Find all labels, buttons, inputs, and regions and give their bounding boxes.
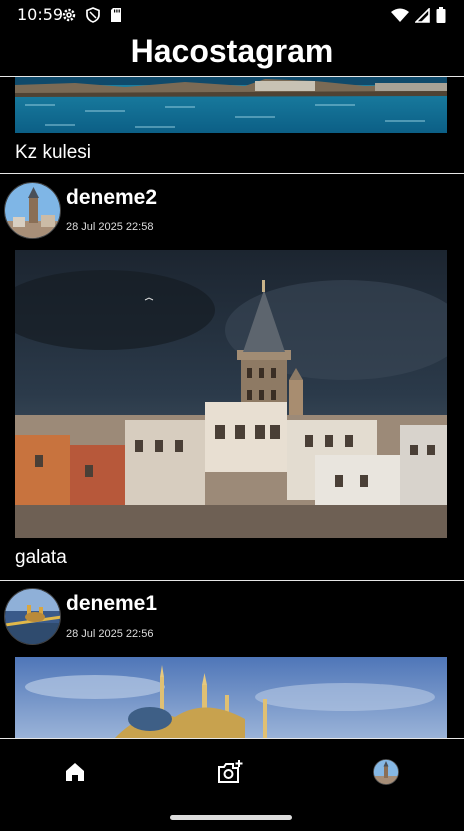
- post-image[interactable]: [15, 250, 447, 538]
- battery-icon: [436, 7, 446, 28]
- nav-profile-button[interactable]: [369, 758, 403, 790]
- post-username[interactable]: deneme2: [66, 186, 157, 210]
- post-caption: galata: [15, 547, 67, 568]
- post-card: Kz kulesi: [0, 77, 464, 174]
- add-photo-icon: [216, 759, 244, 790]
- post-image[interactable]: [15, 657, 447, 738]
- post-caption: Kz kulesi: [15, 142, 92, 163]
- gear-icon: [61, 7, 77, 28]
- wifi-icon: [391, 8, 409, 28]
- post-timestamp: 28 Jul 2025 22:56: [66, 628, 154, 640]
- feed[interactable]: Kz kulesi deneme2 28 Jul 2025 22:58 gala…: [0, 77, 464, 738]
- home-indicator[interactable]: [170, 815, 292, 820]
- nav-add-photo-button[interactable]: [213, 759, 247, 789]
- post-image[interactable]: [15, 77, 447, 133]
- post-card: deneme1 28 Jul 2025 22:56: [0, 581, 464, 738]
- status-time: 10:59: [17, 5, 64, 24]
- sd-card-icon: [109, 7, 123, 28]
- shield-icon: [85, 7, 101, 28]
- app-title: Hacostagram: [130, 33, 334, 69]
- post-timestamp: 28 Jul 2025 22:58: [66, 221, 154, 233]
- nav-home-button[interactable]: [58, 759, 92, 789]
- post-card: deneme2 28 Jul 2025 22:58 galata: [0, 174, 464, 581]
- status-bar: 10:59: [0, 0, 464, 30]
- home-icon: [64, 761, 86, 788]
- signal-icon: [414, 6, 430, 28]
- post-username[interactable]: deneme1: [66, 592, 157, 616]
- avatar[interactable]: [4, 588, 61, 645]
- avatar[interactable]: [4, 182, 61, 239]
- profile-avatar: [373, 758, 399, 790]
- bottom-nav: [0, 739, 464, 807]
